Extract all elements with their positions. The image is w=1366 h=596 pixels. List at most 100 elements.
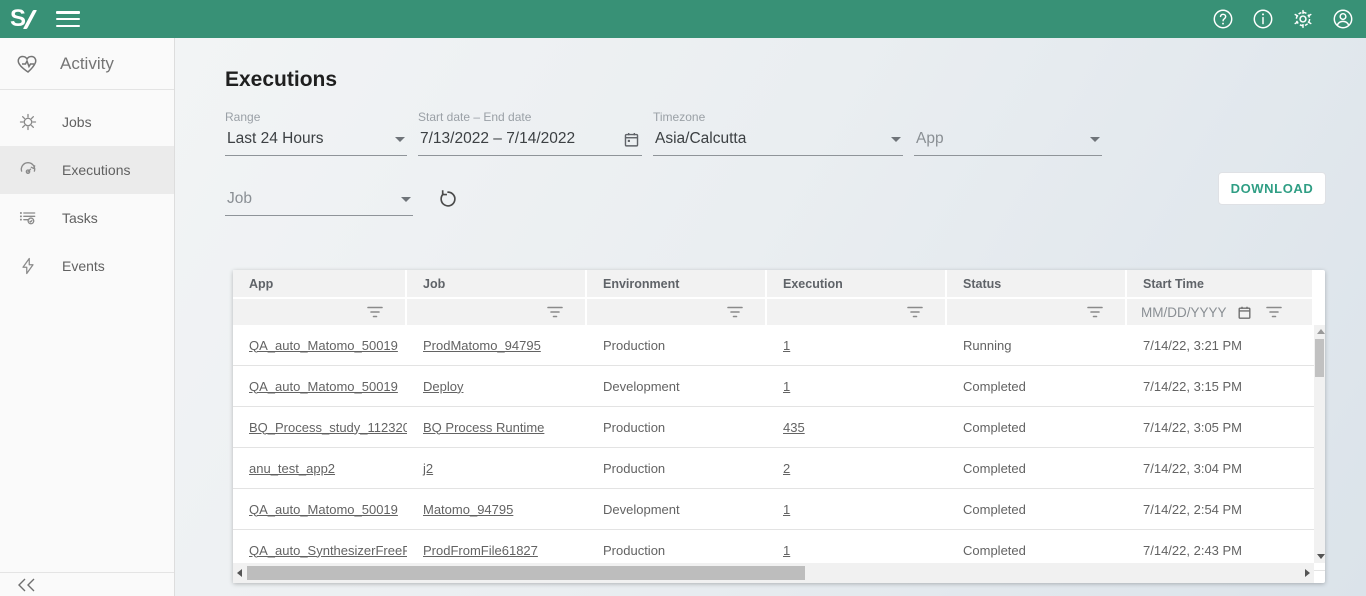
status-cell: Completed — [947, 448, 1127, 488]
scroll-up-arrow-icon[interactable] — [1317, 329, 1325, 334]
chevron-down-icon — [395, 137, 405, 142]
main-content: Executions Range Last 24 Hours Start dat… — [175, 38, 1366, 596]
execution-link[interactable]: 1 — [783, 543, 790, 558]
app-link[interactable]: anu_test_app2 — [249, 461, 335, 476]
job-link[interactable]: ProdFromFile61827 — [423, 543, 538, 558]
app-link[interactable]: QA_auto_Matomo_50019 — [249, 502, 398, 517]
timezone-value: Asia/Calcutta — [655, 130, 746, 148]
execution-link[interactable]: 1 — [783, 502, 790, 517]
filter-funnel-icon[interactable] — [547, 306, 563, 318]
sidebar-item-executions[interactable]: Executions — [0, 146, 174, 194]
app-link[interactable]: BQ_Process_study_112320 — [249, 420, 407, 435]
app-link[interactable]: QA_auto_Matomo_50019 — [249, 379, 398, 394]
range-label: Range — [225, 110, 407, 126]
date-range-value: 7/13/2022 – 7/14/2022 — [420, 130, 575, 148]
environment-cell: Production — [587, 407, 767, 447]
date-range-label: Start date – End date — [418, 110, 642, 126]
status-cell: Completed — [947, 407, 1127, 447]
table-row[interactable]: anu_test_app2 j2 Production 2 Completed … — [233, 448, 1325, 489]
column-header-app[interactable]: App — [233, 270, 407, 297]
help-icon[interactable] — [1212, 8, 1234, 30]
job-select[interactable]: Job — [225, 170, 413, 216]
sidebar-item-tasks[interactable]: Tasks — [0, 194, 174, 242]
vertical-scrollbar[interactable] — [1314, 325, 1325, 563]
filter-funnel-icon[interactable] — [367, 306, 383, 318]
app-logo[interactable]: S — [10, 5, 32, 33]
job-link[interactable]: BQ Process Runtime — [423, 420, 544, 435]
status-cell: Running — [947, 325, 1127, 365]
download-button[interactable]: DOWNLOAD — [1218, 172, 1326, 205]
execution-link[interactable]: 1 — [783, 338, 790, 353]
heart-pulse-icon — [16, 52, 40, 76]
executions-table: App Job Environment Execution Status Sta… — [233, 270, 1325, 583]
environment-cell: Development — [587, 366, 767, 406]
timezone-select[interactable]: Timezone Asia/Calcutta — [653, 110, 903, 156]
calendar-icon[interactable] — [623, 131, 640, 148]
job-placeholder: Job — [227, 190, 252, 208]
filter-cell-status — [947, 297, 1127, 325]
page-title: Executions — [225, 68, 1366, 92]
sidebar-item-activity[interactable]: Activity — [0, 38, 174, 90]
app-select[interactable]: App — [914, 110, 1102, 156]
date-range-input[interactable]: Start date – End date 7/13/2022 – 7/14/2… — [418, 110, 642, 156]
column-header-execution[interactable]: Execution — [767, 270, 947, 297]
vertical-scrollbar-thumb[interactable] — [1315, 339, 1324, 377]
chevron-down-icon — [1090, 137, 1100, 142]
column-header-status[interactable]: Status — [947, 270, 1127, 297]
app-link[interactable]: QA_auto_SynthesizerFreeFi — [249, 543, 407, 558]
filter-funnel-icon[interactable] — [1087, 306, 1103, 318]
execution-link[interactable]: 1 — [783, 379, 790, 394]
sidebar-tasks-label: Tasks — [62, 210, 98, 226]
table-row[interactable]: QA_auto_Matomo_50019 Matomo_94795 Develo… — [233, 489, 1325, 530]
job-link[interactable]: ProdMatomo_94795 — [423, 338, 541, 353]
status-cell: Completed — [947, 366, 1127, 406]
filter-cell-app — [233, 297, 407, 325]
sidebar-collapse-button[interactable] — [0, 572, 174, 596]
account-icon[interactable] — [1332, 8, 1354, 30]
executions-gauge-icon — [18, 160, 38, 180]
environment-cell: Development — [587, 489, 767, 529]
column-header-start-time[interactable]: Start Time — [1127, 270, 1314, 297]
environment-cell: Production — [587, 448, 767, 488]
horizontal-scrollbar[interactable] — [233, 563, 1314, 583]
column-header-job[interactable]: Job — [407, 270, 587, 297]
range-select[interactable]: Range Last 24 Hours — [225, 110, 407, 156]
app-link[interactable]: QA_auto_Matomo_50019 — [249, 338, 398, 353]
start-time-date-input[interactable] — [1141, 305, 1231, 320]
scroll-right-arrow-icon[interactable] — [1305, 569, 1310, 577]
filter-cell-execution — [767, 297, 947, 325]
filter-funnel-icon[interactable] — [1266, 306, 1282, 318]
scroll-down-arrow-icon[interactable] — [1317, 554, 1325, 559]
filter-funnel-icon[interactable] — [907, 306, 923, 318]
job-link[interactable]: Deploy — [423, 379, 463, 394]
execution-link[interactable]: 2 — [783, 461, 790, 476]
sidebar-item-jobs[interactable]: Jobs — [0, 98, 174, 146]
filter-cell-job — [407, 297, 587, 325]
column-header-environment[interactable]: Environment — [587, 270, 767, 297]
chevron-down-icon — [891, 137, 901, 142]
table-row[interactable]: BQ_Process_study_112320 BQ Process Runti… — [233, 407, 1325, 448]
table-row[interactable]: QA_auto_Matomo_50019 ProdMatomo_94795 Pr… — [233, 325, 1325, 366]
horizontal-scrollbar-thumb[interactable] — [247, 566, 805, 580]
table-row[interactable]: QA_auto_Matomo_50019 Deploy Development … — [233, 366, 1325, 407]
execution-link[interactable]: 435 — [783, 420, 805, 435]
settings-icon[interactable] — [1292, 8, 1314, 30]
calendar-icon[interactable] — [1237, 305, 1252, 320]
filter-funnel-icon[interactable] — [727, 306, 743, 318]
sidebar-item-events[interactable]: Events — [0, 242, 174, 290]
job-link[interactable]: Matomo_94795 — [423, 502, 513, 517]
start-time-cell: 7/14/22, 3:21 PM — [1127, 325, 1314, 365]
filter-bar-2: Job — [225, 170, 1366, 216]
refresh-icon[interactable] — [437, 188, 459, 210]
app-placeholder: App — [916, 130, 944, 148]
job-link[interactable]: j2 — [423, 461, 433, 476]
menu-hamburger-icon[interactable] — [56, 11, 80, 27]
environment-cell: Production — [587, 325, 767, 365]
chevron-down-icon — [401, 197, 411, 202]
start-time-cell: 7/14/22, 3:04 PM — [1127, 448, 1314, 488]
timezone-label: Timezone — [653, 110, 903, 126]
info-icon[interactable] — [1252, 8, 1274, 30]
scroll-left-arrow-icon[interactable] — [237, 569, 242, 577]
topbar-actions — [1212, 8, 1354, 30]
table-header-row: App Job Environment Execution Status Sta… — [233, 270, 1325, 297]
